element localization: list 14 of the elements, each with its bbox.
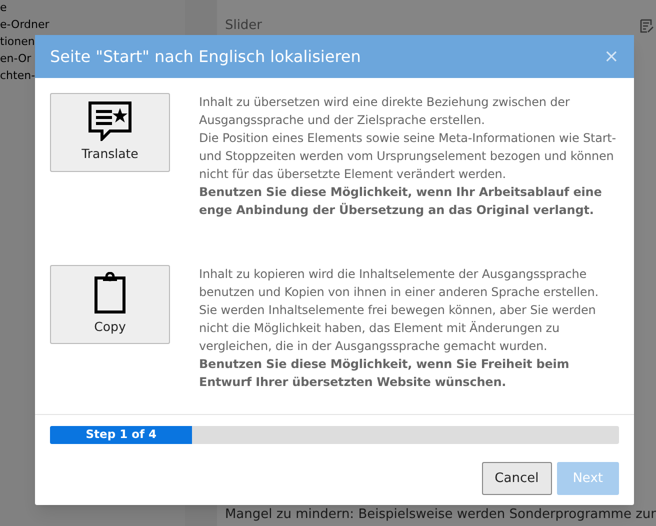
body-text: Mangel zu mindern: Beispielsweise werden Sonderprogramme zur (224, 506, 656, 524)
option-description: Inhalt zu übersetzen wird eine direkte Beziehung zwischen der Ausgangssprache und der Zielsprache erstellen. Die Position eines Elements sowie seine Meta-Informationen wie Start- und Stoppzeiten werden vom Ursprungselement bezogen und können nicht für das übersetzte Element verändert werden. Benutzen Sie diese Möglichkeit, wenn Ihr Arbeitsablauf eine enge Anbindung der Übersetzung an das Original verlangt. (199, 94, 618, 219)
dialog-title: Seite "Start" nach Englisch lokalisieren (50, 46, 361, 68)
option-description: Inhalt zu kopieren wird die Inhaltselemente der Ausgangssprache benutzen und Kopien von ihnen in einer anderen Sprache erstellen. Sie werden Inhaltselemente frei bewegen können, aber Sie werden nicht die Möglichkeit haben, das Element mit Änderungen zu vergleichen, die in der Ausgangssprache gemacht wurden. Benutzen Sie diese Möglichkeit, wenn Sie Freiheit beim Entwurf Ihrer übersetzten Website wünschen. (199, 266, 600, 391)
option-button[interactable]: Translate (50, 93, 170, 172)
section-heading: Slider (224, 17, 262, 35)
speech-bubble-star-icon (88, 101, 132, 142)
dialog-button[interactable]: Cancel (482, 462, 552, 495)
sidebar-item[interactable]: e (0, 1, 185, 15)
progress-fill: Step 1 of 4 (50, 426, 192, 444)
sidebar-item[interactable]: e-Ordner (0, 18, 185, 32)
option-button[interactable]: Copy (50, 265, 170, 344)
edit-icon[interactable] (640, 18, 654, 33)
clipboard-icon (94, 272, 126, 314)
